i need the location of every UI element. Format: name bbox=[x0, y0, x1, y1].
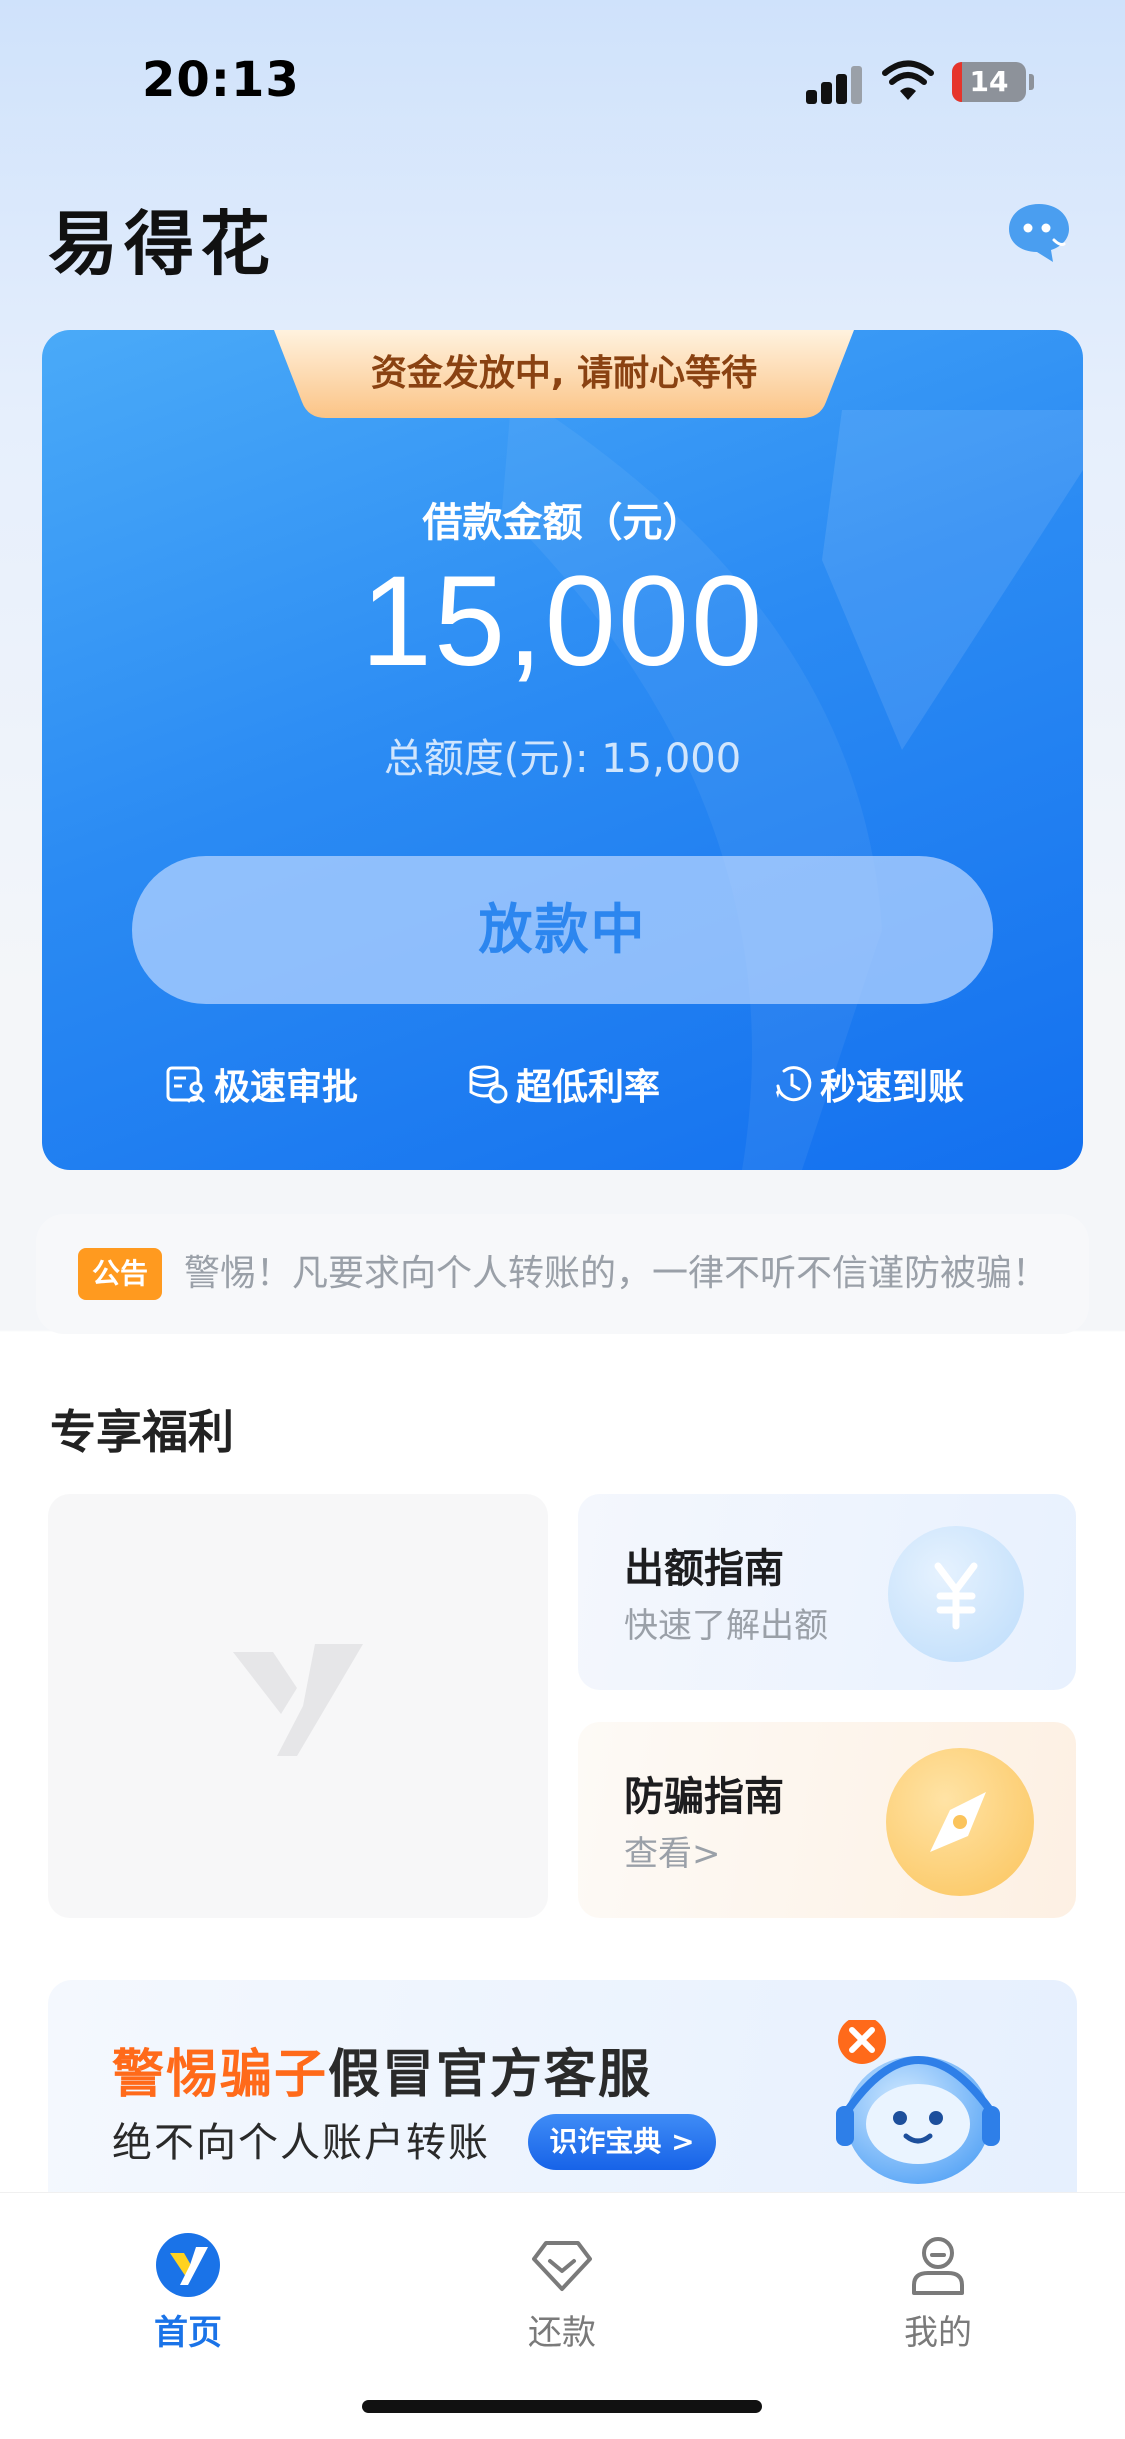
announcement-text: 警惕！凡要求向个人转账的，一律不听不信谨防被骗！ bbox=[184, 1253, 1049, 1294]
announcement-badge: 公告 bbox=[78, 1248, 162, 1300]
banner-text: 资金发放中, 请耐心等待 bbox=[370, 353, 758, 394]
home-indicator[interactable] bbox=[362, 2400, 762, 2413]
feature-instant-arrival: 秒速到账 bbox=[770, 1054, 964, 1114]
tab-label: 我的 bbox=[904, 2313, 972, 2353]
coins-icon bbox=[469, 1065, 508, 1104]
battery-cap bbox=[1029, 74, 1034, 90]
customer-service-chat-icon[interactable] bbox=[1006, 200, 1072, 266]
total-limit-text: 总额度(元): 15,000 bbox=[383, 736, 742, 782]
loan-amount-label: 借款金额（元） bbox=[422, 500, 703, 546]
promo-image-placeholder[interactable] bbox=[48, 1494, 548, 1918]
tab-repay[interactable]: 还款 bbox=[462, 2219, 662, 2359]
cellular-signal-icon bbox=[806, 64, 862, 104]
wifi-icon bbox=[882, 60, 934, 100]
status-time: 20:13 bbox=[142, 52, 300, 108]
home-logo-icon bbox=[156, 2233, 220, 2297]
app-logo-placeholder-icon bbox=[233, 1644, 363, 1756]
section-title-benefits: 专享福利 bbox=[50, 1405, 234, 1459]
app-title: 易得花 bbox=[48, 202, 276, 285]
feature-list: 极速审批 超低利率 秒速到账 bbox=[42, 1054, 1083, 1114]
approval-icon bbox=[166, 1066, 206, 1103]
anti-scam-banner[interactable]: 警惕骗子假冒官方客服 绝不向个人账户转账 识诈宝典 > bbox=[48, 1980, 1077, 2200]
loan-amount-value: 15,000 bbox=[360, 550, 765, 693]
app-screen: 20:13 14 易得花 资金发放中, 请耐心等待 借款金额（元） 15,000… bbox=[0, 0, 1125, 2439]
feature-fast-approval: 极速审批 bbox=[164, 1054, 358, 1114]
battery-level: 14 bbox=[969, 65, 1009, 98]
guide-title: 出额指南 bbox=[624, 1546, 784, 1592]
anti-fraud-guide-card[interactable]: 防骗指南 查看> bbox=[578, 1722, 1076, 1918]
battery-icon: 14 bbox=[952, 62, 1026, 102]
guide-title: 防骗指南 bbox=[624, 1774, 784, 1820]
tab-label: 首页 bbox=[154, 2313, 222, 2353]
yuan-icon bbox=[888, 1526, 1024, 1662]
tab-label: 还款 bbox=[528, 2313, 596, 2353]
clock-icon bbox=[776, 1066, 812, 1102]
tab-profile[interactable]: 我的 bbox=[838, 2219, 1038, 2359]
scam-headline: 警惕骗子假冒官方客服 bbox=[112, 2032, 652, 2107]
profile-icon bbox=[912, 2237, 964, 2295]
repay-diamond-icon bbox=[532, 2241, 592, 2291]
anti-fraud-handbook-button[interactable]: 识诈宝典 > bbox=[528, 2114, 716, 2170]
disbursing-status-banner: 资金发放中, 请耐心等待 bbox=[274, 330, 854, 418]
feature-label: 秒速到账 bbox=[820, 1067, 965, 1108]
compass-icon bbox=[886, 1748, 1034, 1896]
disbursing-button[interactable]: 放款中 bbox=[132, 856, 993, 1004]
quota-guide-card[interactable]: 出额指南 快速了解出额 bbox=[578, 1494, 1076, 1690]
loan-status-card: 资金发放中, 请耐心等待 借款金额（元） 15,000 总额度(元): 15,0… bbox=[42, 330, 1083, 1170]
scam-subline: 绝不向个人账户转账 bbox=[112, 2120, 490, 2166]
feature-low-rate: 超低利率 bbox=[466, 1054, 660, 1114]
customer-service-robot-icon bbox=[836, 2020, 1000, 2184]
feature-label: 超低利率 bbox=[516, 1067, 661, 1108]
feature-label: 极速审批 bbox=[214, 1067, 359, 1108]
tab-home[interactable]: 首页 bbox=[88, 2219, 288, 2359]
scam-headline-rest: 假冒官方客服 bbox=[328, 2045, 653, 2105]
status-bar: 20:13 14 bbox=[0, 0, 1125, 160]
guide-subtitle: 查看> bbox=[624, 1834, 721, 1874]
scam-headline-highlight: 警惕骗子 bbox=[112, 2045, 329, 2105]
announcement-bar[interactable]: 公告 警惕！凡要求向个人转账的，一律不听不信谨防被骗！ bbox=[36, 1214, 1089, 1334]
guide-subtitle: 快速了解出额 bbox=[624, 1606, 828, 1646]
